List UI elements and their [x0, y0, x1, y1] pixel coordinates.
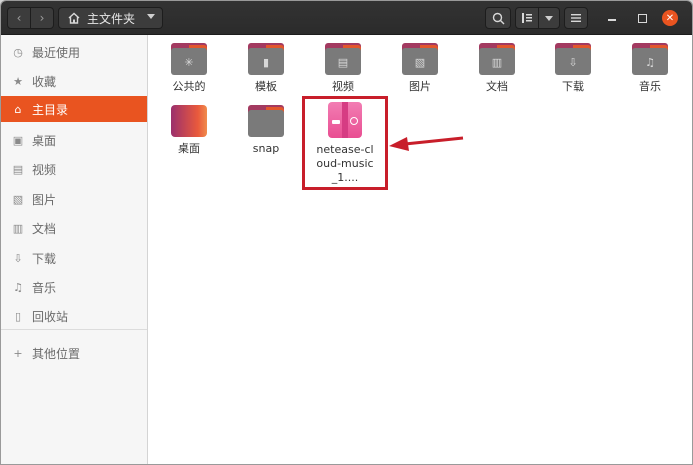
file-item-desktop[interactable]: 桌面: [154, 105, 224, 156]
sidebar-item-pictures[interactable]: ▧ 图片: [1, 186, 147, 212]
view-options-button[interactable]: [538, 7, 560, 29]
star-icon: ★: [13, 74, 23, 88]
search-button[interactable]: [485, 7, 511, 29]
minimize-button[interactable]: [604, 10, 620, 26]
chevron-down-icon: [545, 15, 553, 21]
file-item-videos[interactable]: ▤ 视频: [308, 43, 378, 94]
list-view-icon: [522, 13, 532, 23]
folder-icon: ♫: [632, 43, 668, 75]
sidebar-item-documents[interactable]: ▥ 文档: [1, 215, 147, 241]
file-item-snap[interactable]: snap: [231, 105, 301, 156]
highlight-box: [302, 96, 388, 190]
sidebar-item-desktop[interactable]: ▣ 桌面: [1, 127, 147, 153]
download-icon: ⇩: [13, 251, 23, 265]
forward-button[interactable]: ›: [30, 7, 54, 29]
sidebar-item-label: 图片: [32, 192, 57, 207]
sidebar-separator: [1, 329, 147, 330]
music-icon: ♫: [645, 55, 655, 69]
file-name: 文档: [486, 80, 508, 93]
search-icon: [492, 12, 504, 24]
file-item-templates[interactable]: ▮ 模板: [231, 43, 301, 94]
chevron-left-icon: ‹: [16, 11, 22, 25]
folder-icon: [248, 105, 284, 137]
file-name: 公共的: [172, 80, 206, 93]
plus-icon: +: [13, 346, 23, 360]
file-name: 模板: [255, 80, 277, 93]
file-name: 下载: [562, 80, 584, 93]
template-icon: ▮: [262, 55, 270, 69]
close-button[interactable]: ✕: [662, 10, 678, 26]
sidebar-item-downloads[interactable]: ⇩ 下载: [1, 245, 147, 271]
sidebar-item-label: 主目录: [32, 102, 69, 117]
pointer-arrow-icon: [389, 136, 464, 151]
back-button[interactable]: ‹: [7, 7, 31, 29]
path-bar-label: 主文件夹: [87, 11, 136, 26]
folder-icon: ▥: [479, 43, 515, 75]
video-icon: ▤: [12, 162, 24, 176]
sidebar-item-label: 下载: [32, 251, 57, 266]
sidebar-item-recent[interactable]: ◷ 最近使用: [1, 39, 147, 65]
image-icon: ▧: [414, 55, 426, 69]
file-name: 音乐: [639, 80, 661, 93]
file-item-public[interactable]: ✳ 公共的: [154, 43, 224, 94]
desktop-icon: ▣: [12, 133, 24, 147]
sidebar-item-label: 最近使用: [32, 45, 81, 60]
share-icon: ✳: [184, 55, 194, 69]
folder-icon: ⇩: [555, 43, 591, 75]
file-item-downloads[interactable]: ⇩ 下载: [538, 43, 608, 94]
sidebar-item-label: 文档: [32, 221, 57, 236]
sidebar-item-videos[interactable]: ▤ 视频: [1, 156, 147, 182]
sidebar-item-label: 回收站: [32, 309, 69, 324]
folder-icon: ▧: [402, 43, 438, 75]
sidebar-item-label: 音乐: [32, 280, 57, 295]
home-icon: [68, 12, 80, 24]
sidebar-item-label: 视频: [32, 162, 57, 177]
file-manager-window: ‹ › 主文件夹 ✕ ◷ 最近使用 ★ 收藏 ⌂ 主目录 ▣ 桌面 ▤ 视频 ▧…: [0, 0, 693, 465]
places-sidebar: ◷ 最近使用 ★ 收藏 ⌂ 主目录 ▣ 桌面 ▤ 视频 ▧ 图片 ▥ 文档 ⇩: [1, 35, 148, 464]
folder-icon: ▤: [325, 43, 361, 75]
maximize-icon: [637, 13, 647, 23]
path-bar-home[interactable]: 主文件夹: [58, 7, 163, 29]
file-view: ✳ 公共的 ▮ 模板 ▤ 视频 ▧ 图片 ▥ 文档 ⇩ 下载 ♫ 音乐 桌面 s…: [149, 35, 692, 464]
sidebar-item-trash[interactable]: ▯ 回收站: [1, 303, 147, 329]
file-name: 视频: [332, 80, 354, 93]
sidebar-item-home[interactable]: ⌂ 主目录: [1, 96, 147, 122]
chevron-down-icon: [147, 14, 155, 19]
chevron-right-icon: ›: [39, 11, 45, 25]
music-icon: ♫: [13, 280, 23, 294]
sidebar-item-music[interactable]: ♫ 音乐: [1, 274, 147, 300]
folder-icon: ▮: [248, 43, 284, 75]
file-name: 图片: [409, 80, 431, 93]
image-icon: ▧: [12, 192, 24, 206]
file-name: snap: [252, 142, 280, 155]
file-item-documents[interactable]: ▥ 文档: [462, 43, 532, 94]
trash-icon: ▯: [14, 309, 22, 323]
sidebar-item-label: 桌面: [32, 133, 57, 148]
clock-icon: ◷: [13, 45, 23, 59]
document-icon: ▥: [12, 221, 24, 235]
file-item-pictures[interactable]: ▧ 图片: [385, 43, 455, 94]
desktop-folder-icon: [171, 105, 207, 137]
header-bar: ‹ › 主文件夹 ✕: [1, 1, 692, 35]
sidebar-item-other-locations[interactable]: + 其他位置: [1, 340, 147, 366]
download-icon: ⇩: [568, 55, 578, 69]
file-name: 桌面: [178, 142, 200, 155]
folder-icon: ✳: [171, 43, 207, 75]
main-menu-button[interactable]: [564, 7, 588, 29]
view-toggle-button[interactable]: [515, 7, 539, 29]
document-icon: ▥: [491, 55, 503, 69]
hamburger-menu-icon: [571, 14, 581, 22]
close-icon: ✕: [665, 12, 675, 24]
video-icon: ▤: [337, 55, 349, 69]
sidebar-item-starred[interactable]: ★ 收藏: [1, 68, 147, 94]
file-item-music[interactable]: ♫ 音乐: [615, 43, 685, 94]
maximize-button[interactable]: [634, 10, 650, 26]
sidebar-item-label: 其他位置: [32, 346, 81, 361]
sidebar-item-label: 收藏: [32, 74, 57, 89]
minimize-icon: [608, 19, 616, 21]
home-icon: ⌂: [14, 102, 22, 116]
